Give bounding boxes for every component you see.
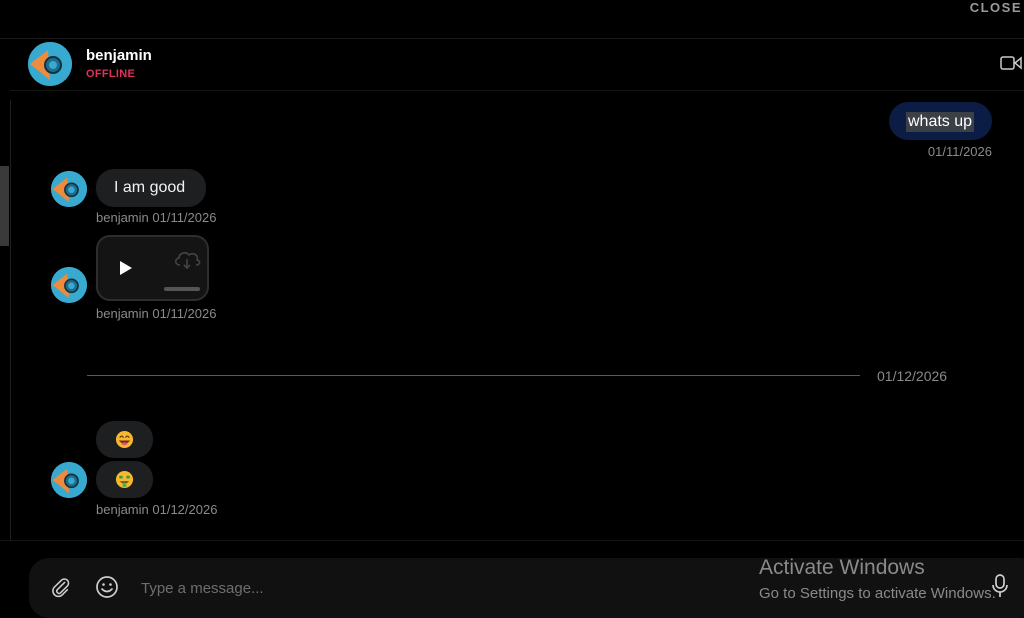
composer-divider (0, 540, 1024, 541)
avatar-image (51, 171, 87, 207)
incoming-message-meta: benjamin 01/11/2026 (96, 210, 217, 225)
contact-status: OFFLINE (86, 68, 136, 80)
avatar-image (51, 462, 87, 498)
contact-avatar[interactable] (28, 42, 72, 86)
incoming-message-text: I am good (114, 179, 186, 196)
chat-header: benjamin OFFLINE (10, 38, 1024, 91)
message-input[interactable] (139, 570, 743, 606)
money-mouth-face-emoji (115, 470, 134, 489)
paperclip-icon[interactable] (49, 576, 71, 598)
date-divider-label: 01/12/2026 (877, 368, 948, 384)
sender-avatar[interactable] (51, 171, 87, 207)
left-panel-edge (0, 100, 11, 540)
sender-avatar[interactable] (51, 462, 87, 498)
laughing-face-emoji (115, 430, 134, 449)
cloud-download-icon[interactable] (172, 249, 202, 271)
avatar-image (28, 42, 72, 86)
video-message-card[interactable] (96, 235, 209, 301)
emoji-message-bubble[interactable] (96, 421, 153, 458)
emoji-message-meta: benjamin 01/12/2026 (96, 502, 218, 517)
outgoing-message-text: whats up (906, 112, 975, 132)
smiley-icon[interactable] (95, 575, 119, 599)
activate-windows-title: Activate Windows (759, 556, 925, 579)
activate-windows-subtitle: Go to Settings to activate Windows. (759, 585, 996, 602)
incoming-message-bubble[interactable]: I am good (96, 169, 206, 207)
close-button[interactable]: CLOSE (970, 0, 1022, 15)
video-progress-bar (164, 287, 200, 291)
scrollbar-thumb[interactable] (0, 166, 9, 246)
outgoing-message-bubble[interactable]: whats up (889, 102, 992, 140)
play-icon[interactable] (120, 261, 132, 275)
top-bar: CLOSE (0, 0, 1024, 39)
outgoing-message-timestamp: 01/11/2026 (927, 144, 992, 159)
video-message-meta: benjamin 01/11/2026 (96, 306, 217, 321)
sender-avatar[interactable] (51, 267, 87, 303)
contact-name: benjamin (86, 47, 152, 64)
emoji-message-bubble[interactable] (96, 461, 153, 498)
video-camera-icon[interactable] (1000, 55, 1022, 71)
avatar-image (51, 267, 87, 303)
date-divider-line (87, 375, 860, 376)
